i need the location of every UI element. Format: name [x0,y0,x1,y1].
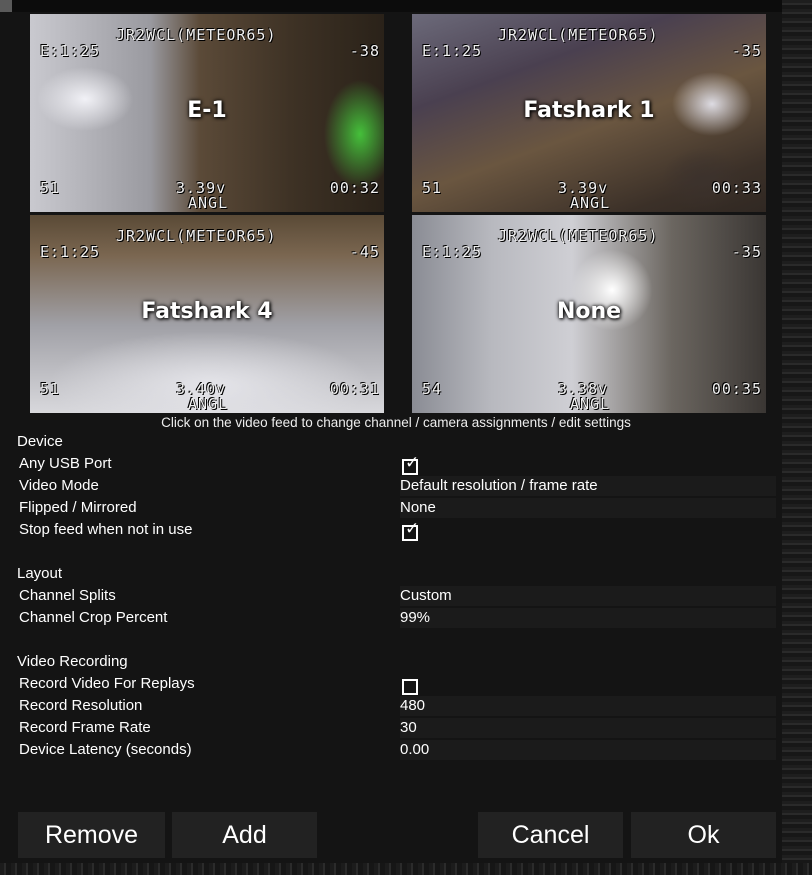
stop-feed-label: Stop feed when not in use [19,521,193,538]
feed-hint-text: Click on the video feed to change channe… [161,415,631,430]
video-feed-2[interactable]: JR2WCL(METEOR65) E:1:25 -35 51 3.39v 00:… [412,14,766,212]
osd-signal: 51 [40,179,61,197]
osd-callsign: JR2WCL(METEOR65) [498,26,659,44]
video-feed-1[interactable]: JR2WCL(METEOR65) E:1:25 -38 51 3.39v 00:… [30,14,384,212]
any-usb-port-checkbox[interactable]: ✓ [402,454,419,475]
osd-elapsed: E:1:25 [40,243,101,261]
osd-callsign: JR2WCL(METEOR65) [116,227,277,245]
osd-signal: 51 [40,380,61,398]
device-latency-input[interactable]: 0.00 [400,740,776,760]
video-mode-select[interactable]: Default resolution / frame rate [400,476,776,496]
osd-elapsed: E:1:25 [422,243,483,261]
osd-rssi: -38 [349,42,380,60]
osd-signal: 54 [422,380,443,398]
osd-rssi: -35 [731,42,762,60]
channel-splits-select[interactable]: Custom [400,586,776,606]
flipped-mirrored-select[interactable]: None [400,498,776,518]
flipped-mirrored-label: Flipped / Mirrored [19,499,137,516]
feed-channel-label: Fatshark 1 [523,98,655,123]
any-usb-port-label: Any USB Port [19,455,112,472]
channel-crop-input[interactable]: 99% [400,608,776,628]
layout-heading: Layout [17,565,63,582]
video-recording-heading: Video Recording [17,653,128,670]
checkmark-icon: ✓ [405,519,420,538]
window-corner [0,0,12,12]
device-latency-label: Device Latency (seconds) [19,741,192,758]
window-top-bar [0,0,812,12]
osd-elapsed: E:1:25 [40,42,101,60]
osd-callsign: JR2WCL(METEOR65) [116,26,277,44]
record-frame-rate-label: Record Frame Rate [19,719,151,736]
osd-signal: 51 [422,179,443,197]
feed-channel-label: Fatshark 4 [141,299,273,324]
osd-rssi: -35 [731,243,762,261]
record-video-checkbox[interactable] [402,679,418,695]
remove-button[interactable]: Remove [18,812,165,858]
feed-channel-label: E-1 [187,98,227,123]
window-right-edge [782,0,812,875]
record-resolution-select[interactable]: 480 [400,696,776,716]
record-frame-rate-select[interactable]: 30 [400,718,776,738]
osd-flight-time: 00:33 [711,179,762,197]
add-button[interactable]: Add [172,812,317,858]
osd-flight-time: 00:32 [329,179,380,197]
osd-flight-time: 00:35 [711,380,762,398]
record-resolution-label: Record Resolution [19,697,143,714]
window-bottom-edge [0,863,812,875]
osd-rssi: -45 [349,243,380,261]
checkmark-icon: ✓ [405,453,420,472]
video-mode-label: Video Mode [19,477,99,494]
osd-flight-time: 00:31 [329,380,380,398]
osd-flight-mode: ANGL [570,395,611,413]
osd-callsign: JR2WCL(METEOR65) [498,227,659,245]
video-feed-3[interactable]: JR2WCL(METEOR65) E:1:25 -45 51 3.40v 00:… [30,215,384,413]
ok-button[interactable]: Ok [631,812,776,858]
device-heading: Device [17,433,63,450]
feed-channel-label: None [556,299,622,324]
osd-flight-mode: ANGL [570,194,611,212]
osd-elapsed: E:1:25 [422,42,483,60]
channel-crop-label: Channel Crop Percent [19,609,168,626]
stop-feed-checkbox[interactable]: ✓ [402,520,419,541]
record-video-label: Record Video For Replays [19,675,195,692]
video-feed-4[interactable]: JR2WCL(METEOR65) E:1:25 -35 54 3.38v 00:… [412,215,766,413]
channel-splits-label: Channel Splits [19,587,116,604]
osd-flight-mode: ANGL [188,395,229,413]
osd-flight-mode: ANGL [188,194,229,212]
cancel-button[interactable]: Cancel [478,812,623,858]
